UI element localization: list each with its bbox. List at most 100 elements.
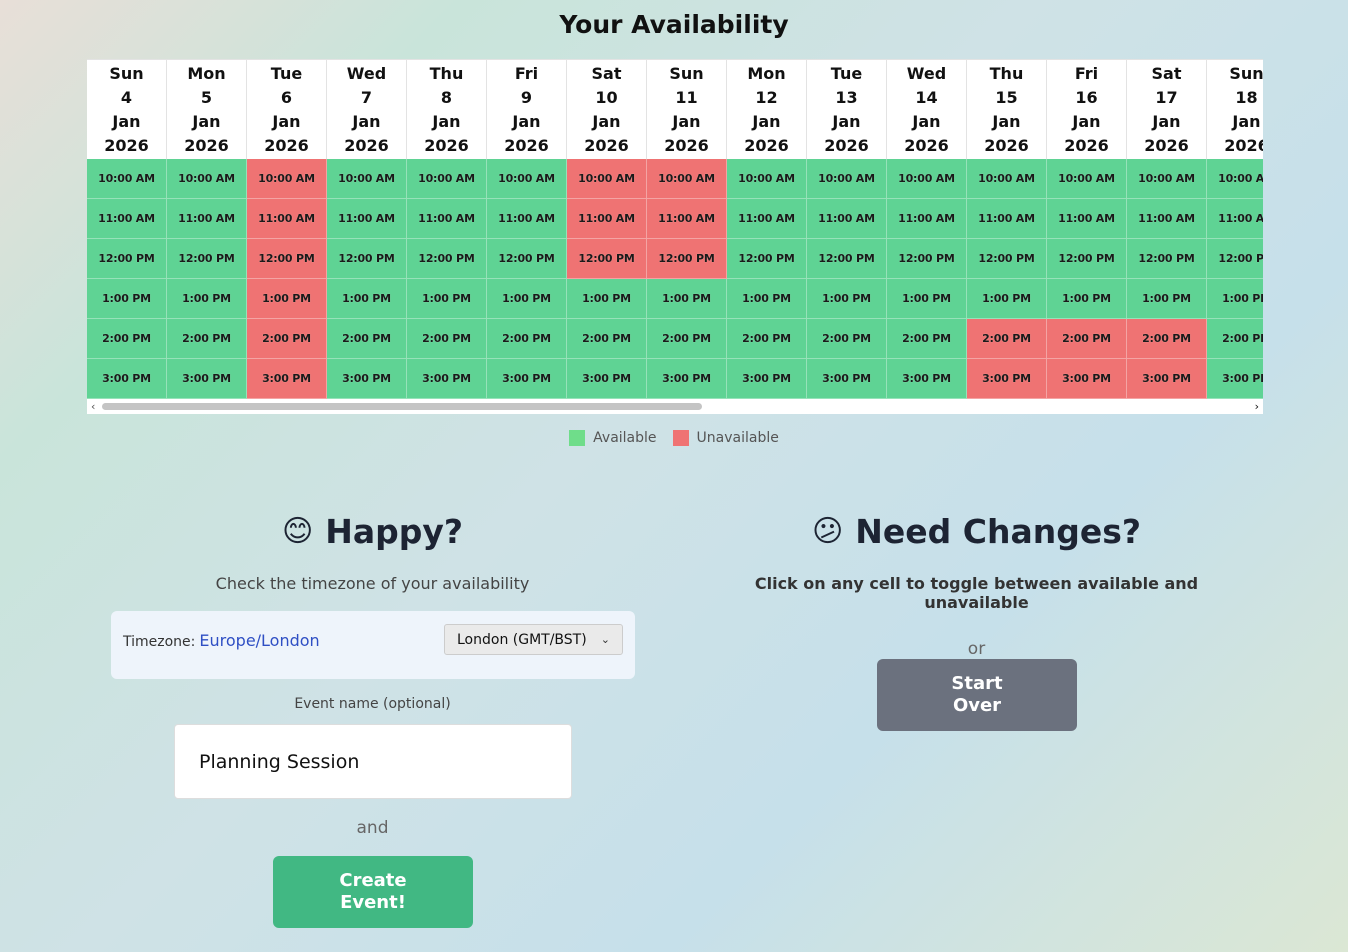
slot-cell-available[interactable]: 11:00 AM [807,199,887,239]
slot-cell-unavailable[interactable]: 2:00 PM [1127,319,1207,359]
slot-cell-available[interactable]: 3:00 PM [487,359,567,399]
timezone-select[interactable]: London (GMT/BST) ⌄ [444,624,623,655]
slot-cell-available[interactable]: 2:00 PM [327,319,407,359]
create-event-button[interactable]: Create Event! [273,856,473,928]
start-over-button[interactable]: Start Over [877,659,1077,731]
slot-cell-available[interactable]: 3:00 PM [887,359,967,399]
slot-cell-available[interactable]: 10:00 AM [887,159,967,199]
slot-cell-available[interactable]: 12:00 PM [807,239,887,279]
slot-cell-available[interactable]: 10:00 AM [1207,159,1263,199]
slot-cell-available[interactable]: 2:00 PM [887,319,967,359]
event-name-input[interactable]: Planning Session [174,724,572,799]
slot-cell-unavailable[interactable]: 11:00 AM [567,199,647,239]
slot-cell-available[interactable]: 11:00 AM [1207,199,1263,239]
slot-cell-available[interactable]: 12:00 PM [87,239,167,279]
slot-cell-available[interactable]: 12:00 PM [1207,239,1263,279]
slot-cell-available[interactable]: 10:00 AM [327,159,407,199]
slot-cell-available[interactable]: 3:00 PM [567,359,647,399]
scroll-right-arrow-icon[interactable]: › [1255,400,1259,413]
slot-cell-available[interactable]: 1:00 PM [87,279,167,319]
slot-cell-available[interactable]: 1:00 PM [1207,279,1263,319]
slot-cell-available[interactable]: 12:00 PM [887,239,967,279]
slot-cell-available[interactable]: 12:00 PM [407,239,487,279]
horizontal-scrollbar[interactable]: ‹ › [87,399,1263,414]
slot-cell-available[interactable]: 2:00 PM [87,319,167,359]
slot-cell-unavailable[interactable]: 2:00 PM [1047,319,1127,359]
slot-cell-available[interactable]: 1:00 PM [967,279,1047,319]
scrollbar-thumb[interactable] [102,403,702,410]
slot-cell-unavailable[interactable]: 10:00 AM [247,159,327,199]
availability-grid[interactable]: Sun 4 Jan 2026 10:00 AM 11:00 AM 12:00 PM 1:00 … [87,59,1263,414]
slot-cell-unavailable[interactable]: 3:00 PM [1127,359,1207,399]
slot-cell-available[interactable]: 10:00 AM [167,159,247,199]
slot-cell-available[interactable]: 1:00 PM [1047,279,1127,319]
slot-cell-available[interactable]: 3:00 PM [807,359,887,399]
slot-cell-available[interactable]: 1:00 PM [327,279,407,319]
slot-cell-available[interactable]: 2:00 PM [407,319,487,359]
slot-cell-available[interactable]: 3:00 PM [727,359,807,399]
slot-cell-unavailable[interactable]: 3:00 PM [247,359,327,399]
slot-cell-available[interactable]: 11:00 AM [487,199,567,239]
slot-cell-available[interactable]: 2:00 PM [1207,319,1263,359]
slot-cell-unavailable[interactable]: 12:00 PM [647,239,727,279]
slot-cell-available[interactable]: 11:00 AM [87,199,167,239]
slot-cell-available[interactable]: 1:00 PM [487,279,567,319]
slot-cell-available[interactable]: 12:00 PM [167,239,247,279]
slot-cell-available[interactable]: 12:00 PM [1047,239,1127,279]
slot-cell-available[interactable]: 3:00 PM [327,359,407,399]
slot-cell-available[interactable]: 12:00 PM [727,239,807,279]
slot-cell-available[interactable]: 12:00 PM [1127,239,1207,279]
slot-cell-available[interactable]: 1:00 PM [1127,279,1207,319]
slot-cell-available[interactable]: 11:00 AM [167,199,247,239]
slot-cell-available[interactable]: 11:00 AM [327,199,407,239]
slot-cell-unavailable[interactable]: 10:00 AM [647,159,727,199]
slot-cell-available[interactable]: 10:00 AM [1127,159,1207,199]
slot-cell-available[interactable]: 11:00 AM [1047,199,1127,239]
slot-cell-available[interactable]: 11:00 AM [727,199,807,239]
slot-cell-available[interactable]: 3:00 PM [167,359,247,399]
slot-cell-available[interactable]: 3:00 PM [407,359,487,399]
slot-cell-unavailable[interactable]: 12:00 PM [247,239,327,279]
slot-cell-available[interactable]: 2:00 PM [727,319,807,359]
slot-cell-available[interactable]: 10:00 AM [407,159,487,199]
slot-cell-available[interactable]: 10:00 AM [727,159,807,199]
slot-cell-available[interactable]: 10:00 AM [87,159,167,199]
slot-cell-available[interactable]: 1:00 PM [167,279,247,319]
day-header-day: 6 [280,87,293,107]
slot-cell-available[interactable]: 1:00 PM [807,279,887,319]
slot-cell-unavailable[interactable]: 1:00 PM [247,279,327,319]
slot-cell-available[interactable]: 12:00 PM [487,239,567,279]
slot-cell-available[interactable]: 10:00 AM [1047,159,1127,199]
slot-cell-available[interactable]: 1:00 PM [647,279,727,319]
slot-cell-unavailable[interactable]: 2:00 PM [967,319,1047,359]
slot-cell-available[interactable]: 1:00 PM [887,279,967,319]
slot-cell-available[interactable]: 3:00 PM [1207,359,1263,399]
slot-cell-available[interactable]: 11:00 AM [1127,199,1207,239]
slot-cell-available[interactable]: 1:00 PM [407,279,487,319]
slot-cell-unavailable[interactable]: 11:00 AM [247,199,327,239]
slot-cell-available[interactable]: 2:00 PM [647,319,727,359]
slot-cell-available[interactable]: 1:00 PM [567,279,647,319]
slot-cell-unavailable[interactable]: 11:00 AM [647,199,727,239]
slot-cell-available[interactable]: 3:00 PM [87,359,167,399]
slot-cell-available[interactable]: 1:00 PM [727,279,807,319]
slot-cell-unavailable[interactable]: 2:00 PM [247,319,327,359]
slot-cell-available[interactable]: 2:00 PM [167,319,247,359]
slot-cell-available[interactable]: 12:00 PM [327,239,407,279]
slot-cell-available[interactable]: 2:00 PM [807,319,887,359]
slot-cell-available[interactable]: 12:00 PM [967,239,1047,279]
slot-cell-unavailable[interactable]: 10:00 AM [567,159,647,199]
scroll-left-arrow-icon[interactable]: ‹ [91,400,95,413]
slot-cell-available[interactable]: 11:00 AM [407,199,487,239]
slot-cell-available[interactable]: 10:00 AM [807,159,887,199]
slot-cell-available[interactable]: 10:00 AM [967,159,1047,199]
slot-cell-unavailable[interactable]: 3:00 PM [1047,359,1127,399]
slot-cell-available[interactable]: 2:00 PM [567,319,647,359]
slot-cell-available[interactable]: 2:00 PM [487,319,567,359]
slot-cell-available[interactable]: 11:00 AM [967,199,1047,239]
slot-cell-available[interactable]: 10:00 AM [487,159,567,199]
slot-cell-unavailable[interactable]: 12:00 PM [567,239,647,279]
slot-cell-unavailable[interactable]: 3:00 PM [967,359,1047,399]
slot-cell-available[interactable]: 11:00 AM [887,199,967,239]
slot-cell-available[interactable]: 3:00 PM [647,359,727,399]
